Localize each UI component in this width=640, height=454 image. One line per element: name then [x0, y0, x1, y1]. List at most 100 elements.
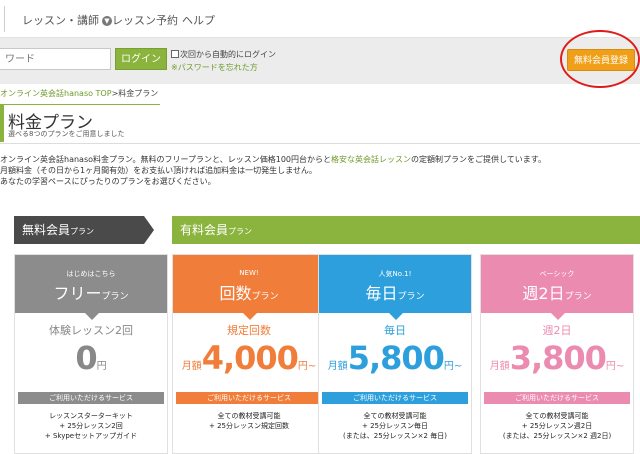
plan-features: 全ての教材受講可能 + 25分レッスン規定回数: [173, 411, 325, 431]
feature-item: + 25分レッスン毎日: [362, 422, 428, 430]
feature-item: (または、25分レッスン×2 週2日): [502, 432, 612, 440]
feature-item: + 25分レッスン週2日: [521, 422, 593, 430]
plan-name-main: 回数: [219, 284, 252, 303]
intro-line-2: 月額料金（その日から1ヶ月間有効）をお支払い頂ければ追加料金は一切発生しません。: [0, 166, 317, 175]
plan-card-header: 人気No.1! 毎日プラン: [319, 255, 471, 320]
plan-price: 0円: [15, 339, 167, 377]
plan-card-free[interactable]: はじめはこちら フリープラン 体験レッスン2回 0円 ご利用いただけるサービス …: [14, 254, 168, 454]
price-value: 5,800: [347, 339, 445, 377]
plan-price: 月額4,000円~: [173, 339, 325, 377]
plan-lesson-count: 週2日: [542, 324, 572, 337]
plan-card-daily[interactable]: 人気No.1! 毎日プラン 毎日 月額5,800円~ ご利用いただけるサービス …: [318, 254, 472, 454]
plan-price: 月額5,800円~: [319, 339, 471, 377]
cheap-lessons-link[interactable]: 格安な英会話レッスン: [331, 155, 411, 164]
plan-name-main: フリー: [53, 284, 102, 303]
nav-item-label: レッスン予約: [112, 14, 178, 27]
plan-price: 月額3,800円~: [481, 339, 633, 377]
services-label: ご利用いただけるサービス: [322, 392, 468, 404]
category-label: 無料会員: [22, 223, 71, 237]
plan-name-suffix: プラン: [251, 292, 279, 302]
forgot-password-link[interactable]: ※パスワードを忘れた方: [171, 62, 258, 73]
plan-tag: NEW!: [239, 269, 259, 277]
category-label: 有料会員: [180, 223, 229, 237]
nav-item-lessons-teachers[interactable]: レッスン・講師 ▼: [22, 12, 112, 28]
feature-item: + Skypeセットアップガイド: [44, 432, 138, 440]
price-prefix: 月額: [489, 361, 510, 372]
feature-item: 全ての教材受講可能: [217, 412, 281, 420]
feature-item: 全ての教材受講可能: [525, 412, 589, 420]
heading-accent-bar: [0, 104, 4, 142]
plan-name-main: 週2日: [522, 284, 565, 303]
intro-line-3: あなたの学習ペースにぴったりのプランをお選びください。: [0, 177, 216, 186]
intro-text-part: の定額制プランをご提供しています。: [411, 155, 546, 164]
nav-item-lesson-booking[interactable]: レッスン予約: [112, 12, 178, 28]
plan-name-suffix: プラン: [101, 292, 129, 302]
breadcrumb-home-link[interactable]: オンライン英会話hanaso TOP: [0, 89, 112, 98]
plan-card-header: NEW! 回数プラン: [173, 255, 325, 320]
services-label: ご利用いただけるサービス: [484, 392, 630, 404]
paid-member-banner: 有料会員プラン: [172, 216, 640, 244]
nav-divider: [4, 6, 5, 32]
price-suffix: 円: [96, 361, 107, 372]
page-heading: 料金プラン 選べる8つのプランをご用意しました: [0, 100, 640, 142]
login-button[interactable]: ログイン: [115, 48, 167, 70]
feature-item: (または、25分レッスン×2 毎日): [343, 432, 447, 440]
page-subtitle: 選べる8つのプランをご用意しました: [8, 130, 125, 138]
plan-lesson-count: 体験レッスン2回: [49, 324, 133, 337]
plan-card-header: ベーシック 週2日プラン: [481, 255, 633, 320]
heading-accent-line: [0, 104, 160, 105]
price-suffix: 円~: [297, 361, 317, 372]
auto-login-label: 次回から自動的にログイン: [180, 50, 276, 59]
intro-line-1: オンライン英会話hanaso料金プラン。無料のフリープランと、レッスン価格100…: [0, 154, 546, 165]
plan-name-suffix: プラン: [397, 292, 425, 302]
feature-item: レッスンスターターキット: [49, 412, 133, 420]
highlight-circle: [560, 30, 640, 88]
feature-item: 全ての教材受講可能: [363, 412, 427, 420]
price-value: 3,800: [509, 339, 607, 377]
price-prefix: 月額: [327, 361, 348, 372]
plan-name: フリープラン: [15, 280, 167, 304]
plan-features: レッスンスターターキット + 25分レッスン2回 + Skypeセットアップガイ…: [15, 411, 167, 441]
plan-features: 全ての教材受講可能 + 25分レッスン週2日 (または、25分レッスン×2 週2…: [481, 411, 633, 441]
plan-lesson-count: 毎日: [384, 324, 406, 337]
breadcrumb: オンライン英会話hanaso TOP>料金プラン: [0, 88, 158, 99]
password-input[interactable]: [0, 48, 111, 70]
auto-login-option[interactable]: 次回から自動的にログイン: [171, 49, 276, 60]
divider: [0, 143, 640, 144]
plan-name: 毎日プラン: [319, 280, 471, 304]
price-suffix: 円~: [605, 361, 625, 372]
nav-item-help[interactable]: ヘルプ: [182, 12, 215, 28]
price-value: 0: [75, 339, 97, 377]
auto-login-checkbox[interactable]: [171, 50, 179, 58]
plan-lesson-count: 規定回数: [227, 324, 271, 337]
feature-item: + 25分レッスン規定回数: [209, 422, 289, 430]
plan-card-count[interactable]: NEW! 回数プラン 規定回数 月額4,000円~ ご利用いただけるサービス 全…: [172, 254, 326, 454]
nav-item-label: ヘルプ: [182, 14, 215, 27]
plan-card-header: はじめはこちら フリープラン: [15, 255, 167, 320]
category-suffix: プラン: [228, 227, 253, 236]
services-label: ご利用いただけるサービス: [18, 392, 164, 404]
plan-name: 回数プラン: [173, 280, 325, 304]
price-suffix: 円~: [443, 361, 463, 372]
category-suffix: プラン: [70, 227, 95, 236]
plan-name-suffix: プラン: [564, 292, 592, 302]
feature-item: + 25分レッスン2回: [59, 422, 123, 430]
free-member-banner: 無料会員プラン: [14, 216, 154, 244]
intro-text-part: オンライン英会話hanaso料金プラン。無料のフリープランと、レッスン価格100…: [0, 155, 331, 164]
login-bar: ログイン 次回から自動的にログイン ※パスワードを忘れた方: [0, 38, 640, 84]
plan-tag: ベーシック: [539, 270, 575, 278]
nav-item-label: レッスン・講師: [22, 14, 99, 27]
breadcrumb-current: 料金プラン: [118, 89, 159, 98]
chevron-down-icon: ▼: [102, 16, 112, 26]
plan-card-twice-weekly[interactable]: ベーシック 週2日プラン 週2日 月額3,800円~ ご利用いただけるサービス …: [480, 254, 634, 454]
top-navigation: レッスン・講師 ▼ レッスン予約 ヘルプ: [0, 0, 640, 38]
price-value: 4,000: [201, 339, 299, 377]
plan-name: 週2日プラン: [481, 280, 633, 304]
plan-name-main: 毎日: [365, 284, 398, 303]
plan-tag: 人気No.1!: [378, 270, 412, 278]
services-label: ご利用いただけるサービス: [176, 392, 322, 404]
price-prefix: 月額: [181, 361, 202, 372]
intro-text: オンライン英会話hanaso料金プラン。無料のフリープランと、レッスン価格100…: [0, 154, 546, 187]
plan-tag: はじめはこちら: [66, 270, 116, 278]
plan-features: 全ての教材受講可能 + 25分レッスン毎日 (または、25分レッスン×2 毎日): [319, 411, 471, 441]
